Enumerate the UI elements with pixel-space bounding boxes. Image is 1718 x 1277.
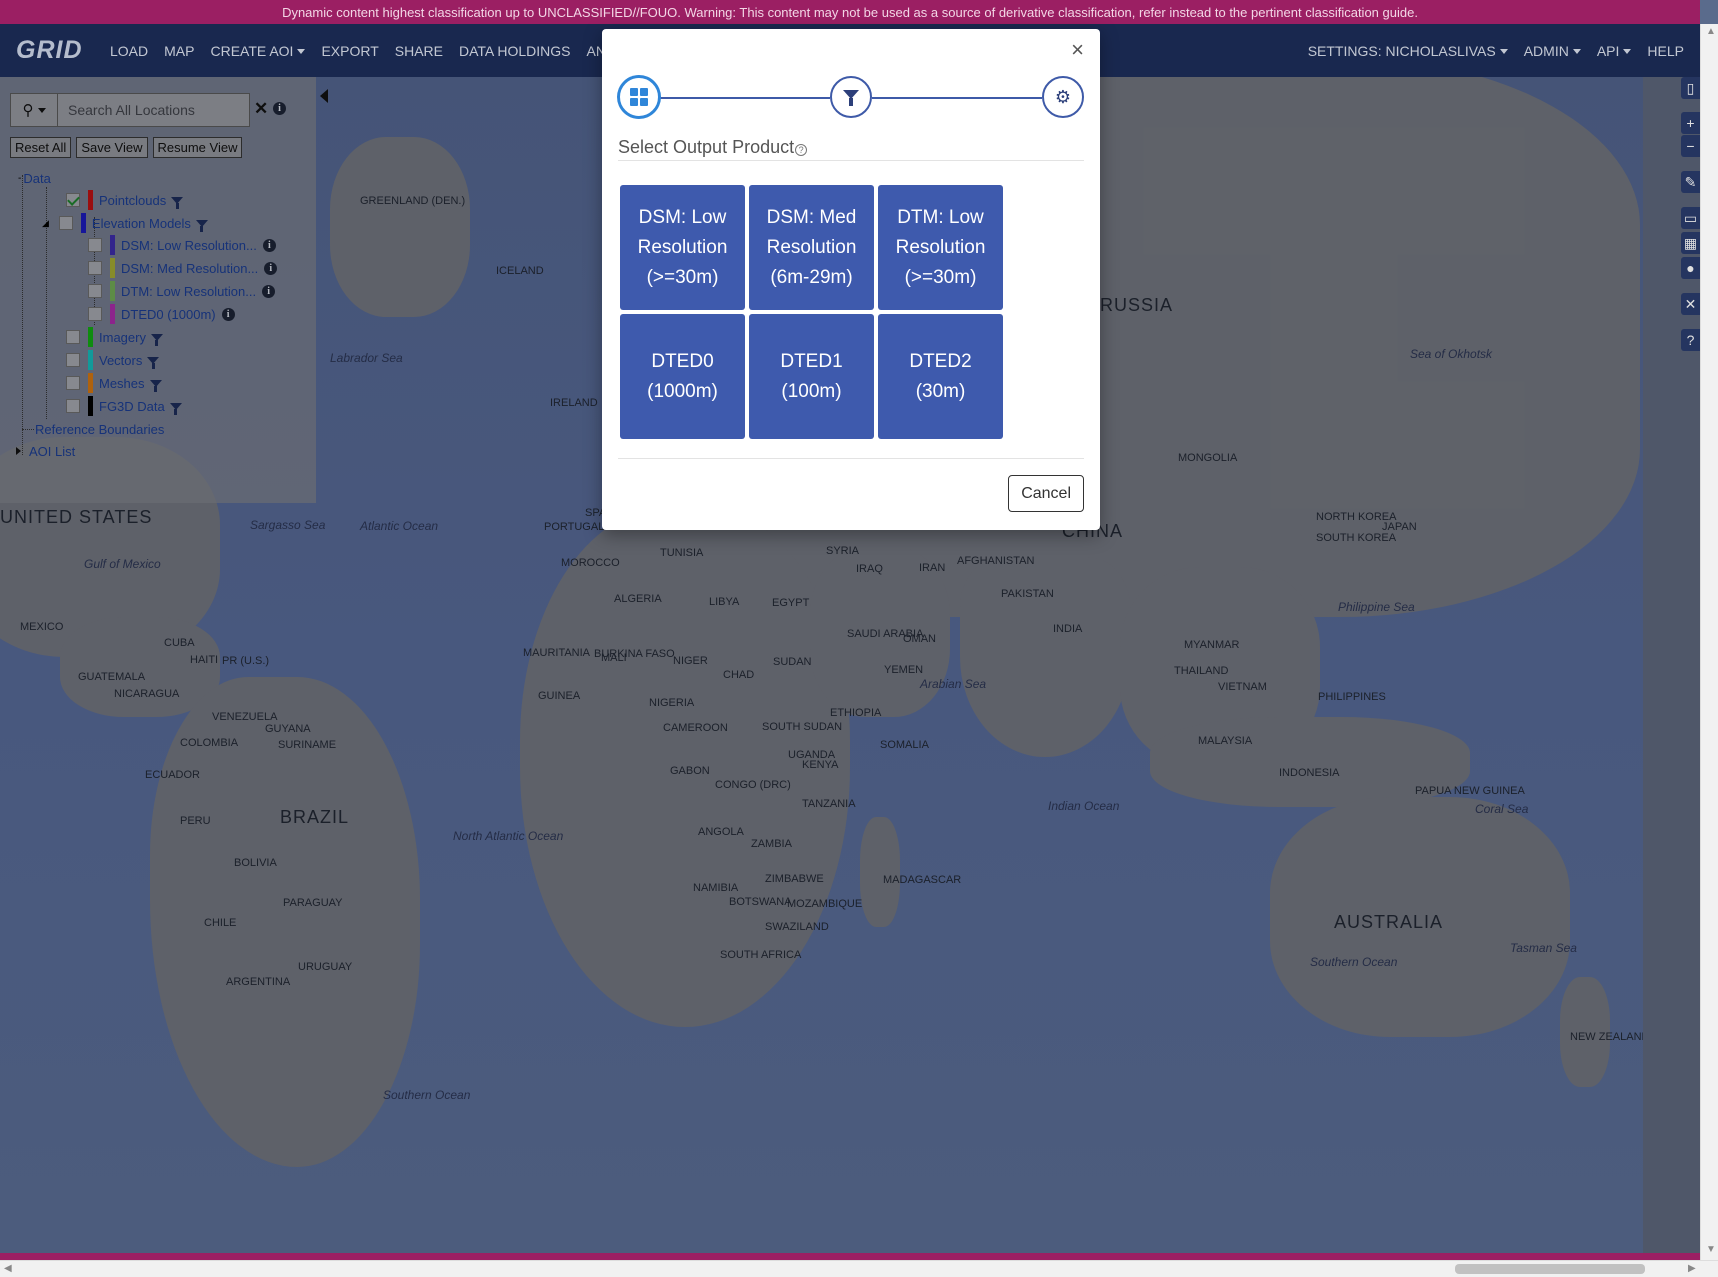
gear-icon: ⚙ bbox=[1054, 86, 1072, 107]
step-filter[interactable] bbox=[830, 76, 872, 118]
product-dted1-button[interactable]: DTED1 (100m) bbox=[749, 314, 874, 439]
product-dted2-button[interactable]: DTED2 (30m) bbox=[878, 314, 1003, 439]
step-select-product[interactable] bbox=[618, 76, 660, 118]
output-product-modal: × ⚙ Select Output Product? DSM: Low Reso… bbox=[602, 29, 1100, 530]
classification-banner: Dynamic content highest classification u… bbox=[0, 0, 1700, 24]
step-settings[interactable]: ⚙ bbox=[1042, 76, 1084, 118]
classification-banner-bottom bbox=[0, 1253, 1700, 1260]
scroll-left-icon[interactable]: ◀ bbox=[4, 1263, 12, 1274]
divider bbox=[618, 458, 1084, 459]
product-dted0-button[interactable]: DTED0 (1000m) bbox=[620, 314, 745, 439]
divider bbox=[618, 160, 1084, 161]
scroll-up-icon[interactable]: ▲ bbox=[1706, 26, 1716, 37]
scroll-right-icon[interactable]: ▶ bbox=[1688, 1263, 1696, 1274]
close-icon[interactable]: × bbox=[1071, 37, 1084, 63]
wizard-stepper: ⚙ bbox=[618, 76, 1084, 120]
modal-title-text: Select Output Product bbox=[618, 137, 795, 157]
grid-icon bbox=[630, 88, 648, 106]
product-dsm-med-button[interactable]: DSM: Med Resolution (6m-29m) bbox=[749, 185, 874, 310]
product-grid: DSM: Low Resolution (>=30m) DSM: Med Res… bbox=[620, 185, 1010, 439]
scroll-down-icon[interactable]: ▼ bbox=[1706, 1244, 1716, 1255]
product-dsm-low-button[interactable]: DSM: Low Resolution (>=30m) bbox=[620, 185, 745, 310]
cancel-button[interactable]: Cancel bbox=[1008, 475, 1084, 512]
help-icon[interactable]: ? bbox=[795, 144, 808, 156]
modal-title: Select Output Product? bbox=[618, 137, 808, 158]
vertical-scrollbar[interactable]: ▲ ▼ bbox=[1700, 24, 1718, 1260]
product-dtm-low-button[interactable]: DTM: Low Resolution (>=30m) bbox=[878, 185, 1003, 310]
scroll-thumb[interactable] bbox=[1455, 1264, 1645, 1274]
app-root: Dynamic content highest classification u… bbox=[0, 0, 1718, 1277]
filter-icon bbox=[843, 89, 859, 106]
horizontal-scrollbar[interactable]: ◀ ▶ bbox=[0, 1260, 1718, 1277]
